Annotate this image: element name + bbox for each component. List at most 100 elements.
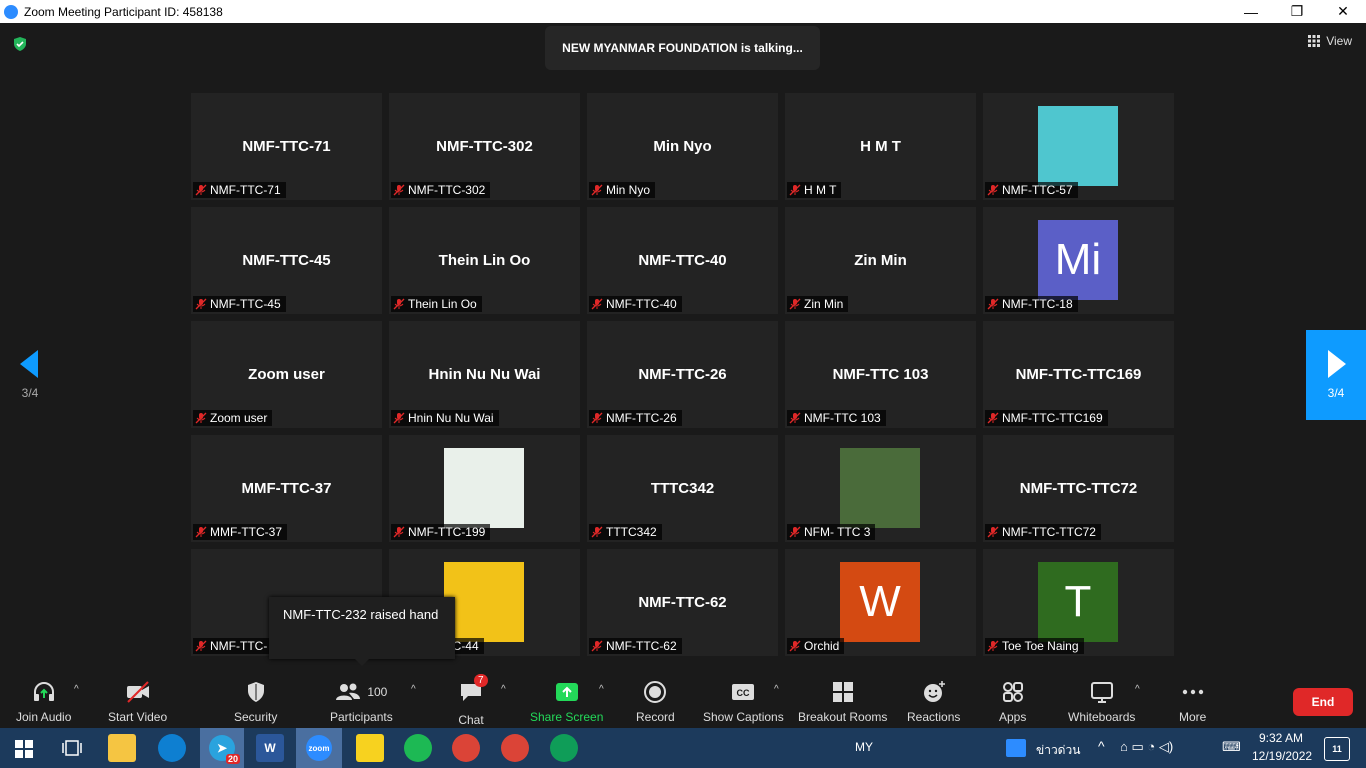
chrome-profile-s-icon[interactable] (550, 734, 578, 762)
participant-tile[interactable]: NFM- TTC 3 (785, 435, 976, 542)
mic-muted-icon (987, 526, 999, 538)
mic-muted-icon (789, 412, 801, 424)
news-widget-label[interactable]: ข่าวด่วน (1036, 741, 1080, 760)
clock-time[interactable]: 9:32 AM (1259, 731, 1303, 745)
captions-options-caret[interactable]: ^ (774, 684, 779, 695)
participant-display-name: NMF-TTC-45 (242, 252, 331, 269)
chat-options-caret[interactable]: ^ (501, 684, 506, 695)
reactions-button[interactable]: Reactions (907, 680, 960, 724)
news-widget-icon[interactable] (1006, 739, 1026, 757)
start-video-button[interactable]: Start Video (108, 680, 167, 724)
whiteboards-button[interactable]: Whiteboards (1068, 680, 1135, 724)
file-explorer-icon[interactable] (108, 734, 136, 762)
participant-tile[interactable]: Mi NMF-TTC-18 (983, 207, 1174, 314)
join-audio-button[interactable]: Join Audio (16, 680, 71, 724)
clock-date[interactable]: 12/19/2022 (1252, 749, 1312, 763)
participant-tile[interactable]: MMF-TTC-37 MMF-TTC-37 (191, 435, 382, 542)
participant-display-name: NMF-TTC-71 (242, 138, 331, 155)
close-button[interactable]: ✕ (1320, 3, 1366, 20)
record-button[interactable]: Record (636, 680, 675, 724)
participant-tile[interactable]: Hnin Nu Nu Wai Hnin Nu Nu Wai (389, 321, 580, 428)
show-captions-button[interactable]: CC Show Captions (703, 680, 784, 724)
participant-tile[interactable]: NMF-TTC-199 (389, 435, 580, 542)
chrome-icon[interactable] (452, 734, 480, 762)
more-button[interactable]: More (1179, 680, 1206, 724)
participant-tile[interactable]: Zoom user Zoom user (191, 321, 382, 428)
participant-tile[interactable]: W Orchid (785, 549, 976, 656)
maximize-button[interactable]: ❐ (1274, 3, 1320, 20)
whiteboard-icon (1090, 682, 1113, 703)
window-title: Zoom Meeting Participant ID: 458138 (24, 4, 223, 19)
security-button[interactable]: Security (234, 680, 277, 724)
mic-muted-icon (393, 184, 405, 196)
spotify-icon[interactable] (404, 734, 432, 762)
zoom-taskbar-button[interactable]: zoom (296, 728, 342, 768)
audio-options-caret[interactable]: ^ (74, 684, 79, 695)
participant-tile[interactable]: H M T H M T (785, 93, 976, 200)
encryption-shield-icon[interactable] (12, 36, 28, 52)
word-icon[interactable]: W (256, 734, 284, 762)
participants-button[interactable]: 100 Participants (330, 680, 393, 724)
apps-button[interactable]: Apps (999, 680, 1026, 724)
share-options-caret[interactable]: ^ (599, 684, 604, 695)
participant-tile[interactable]: NMF-TTC-26 NMF-TTC-26 (587, 321, 778, 428)
participant-name-text: NMF-TTC 103 (804, 411, 881, 425)
view-button[interactable]: View (1308, 34, 1352, 48)
participant-tile[interactable]: NMF-TTC-40 NMF-TTC-40 (587, 207, 778, 314)
tray-system-icons[interactable]: ⌂ ▭ ◔ ◁) (1120, 739, 1173, 755)
participants-label: Participants (330, 710, 393, 724)
participant-name-label: Hnin Nu Nu Wai (391, 410, 499, 426)
task-view-icon[interactable] (62, 739, 82, 757)
participants-count: 100 (367, 685, 388, 699)
sticky-notes-icon[interactable] (356, 734, 384, 762)
telegram-taskbar-button[interactable]: ➤ 20 (200, 728, 244, 768)
share-screen-button[interactable]: Share Screen (530, 680, 603, 724)
participant-name-label: Toe Toe Naing (985, 638, 1084, 654)
previous-page-button[interactable]: 3/4 (0, 330, 60, 420)
participant-tile[interactable]: NMF-TTC-62 NMF-TTC-62 (587, 549, 778, 656)
tray-keyboard-icon[interactable]: ⌨ (1222, 739, 1241, 755)
notification-center-icon[interactable]: 11 (1324, 737, 1350, 761)
show-captions-label: Show Captions (703, 710, 784, 724)
share-screen-icon (555, 683, 578, 701)
participant-tile[interactable]: TTTC342 TTTC342 (587, 435, 778, 542)
arrow-right-icon (1328, 350, 1346, 378)
participant-tile[interactable]: NMF-TTC-71 NMF-TTC-71 (191, 93, 382, 200)
edge-browser-icon[interactable] (158, 734, 186, 762)
participant-avatar: W (840, 562, 920, 642)
windows-taskbar: ➤ 20 W zoom MY ข่าวด่วน ^ ⌂ ▭ ◔ ◁) ⌨ 9:3… (0, 728, 1366, 768)
chat-button[interactable]: 7 Chat (458, 674, 488, 727)
input-language[interactable]: MY (855, 740, 873, 754)
participant-tile[interactable]: Zin Min Zin Min (785, 207, 976, 314)
mic-muted-icon (789, 526, 801, 538)
participants-options-caret[interactable]: ^ (411, 684, 416, 695)
participant-name-text: NMF-TTC-TTC169 (1002, 411, 1103, 425)
participant-name-label: NMF-TTC 103 (787, 410, 886, 426)
next-page-button[interactable]: 3/4 (1306, 330, 1366, 420)
participant-name-text: NMF-TTC-62 (606, 639, 677, 653)
participant-tile[interactable]: NMF-TTC-302 NMF-TTC-302 (389, 93, 580, 200)
participant-tile[interactable]: NMF-TTC-57 (983, 93, 1174, 200)
participant-tile[interactable]: NMF-TTC-TTC169 NMF-TTC-TTC169 (983, 321, 1174, 428)
reactions-label: Reactions (907, 710, 961, 724)
active-speaker-banner: NEW MYANMAR FOUNDATION is talking... (545, 26, 820, 70)
participant-tile[interactable]: NMF-TTC 103 NMF-TTC 103 (785, 321, 976, 428)
breakout-rooms-button[interactable]: Breakout Rooms (798, 680, 887, 724)
mic-muted-icon (195, 184, 207, 196)
whiteboards-options-caret[interactable]: ^ (1135, 684, 1140, 695)
chrome-profile-n-icon[interactable] (501, 734, 529, 762)
tray-overflow-chevron-icon[interactable]: ^ (1098, 738, 1105, 754)
windows-start-icon[interactable] (15, 740, 33, 758)
participant-avatar: Mi (1038, 220, 1118, 300)
mic-muted-icon (789, 298, 801, 310)
participant-tile[interactable]: NMF-TTC-TTC72 NMF-TTC-TTC72 (983, 435, 1174, 542)
participant-name-text: Orchid (804, 639, 840, 653)
participant-tile[interactable]: NMF-TTC-45 NMF-TTC-45 (191, 207, 382, 314)
minimize-button[interactable]: — (1228, 4, 1274, 20)
participant-tile[interactable]: T Toe Toe Naing (983, 549, 1174, 656)
participant-tile[interactable]: Thein Lin Oo Thein Lin Oo (389, 207, 580, 314)
end-meeting-button[interactable]: End (1293, 688, 1353, 716)
participant-display-name: Hnin Nu Nu Wai (428, 366, 541, 383)
participant-tile[interactable]: Min Nyo Min Nyo (587, 93, 778, 200)
join-audio-label: Join Audio (16, 710, 72, 724)
